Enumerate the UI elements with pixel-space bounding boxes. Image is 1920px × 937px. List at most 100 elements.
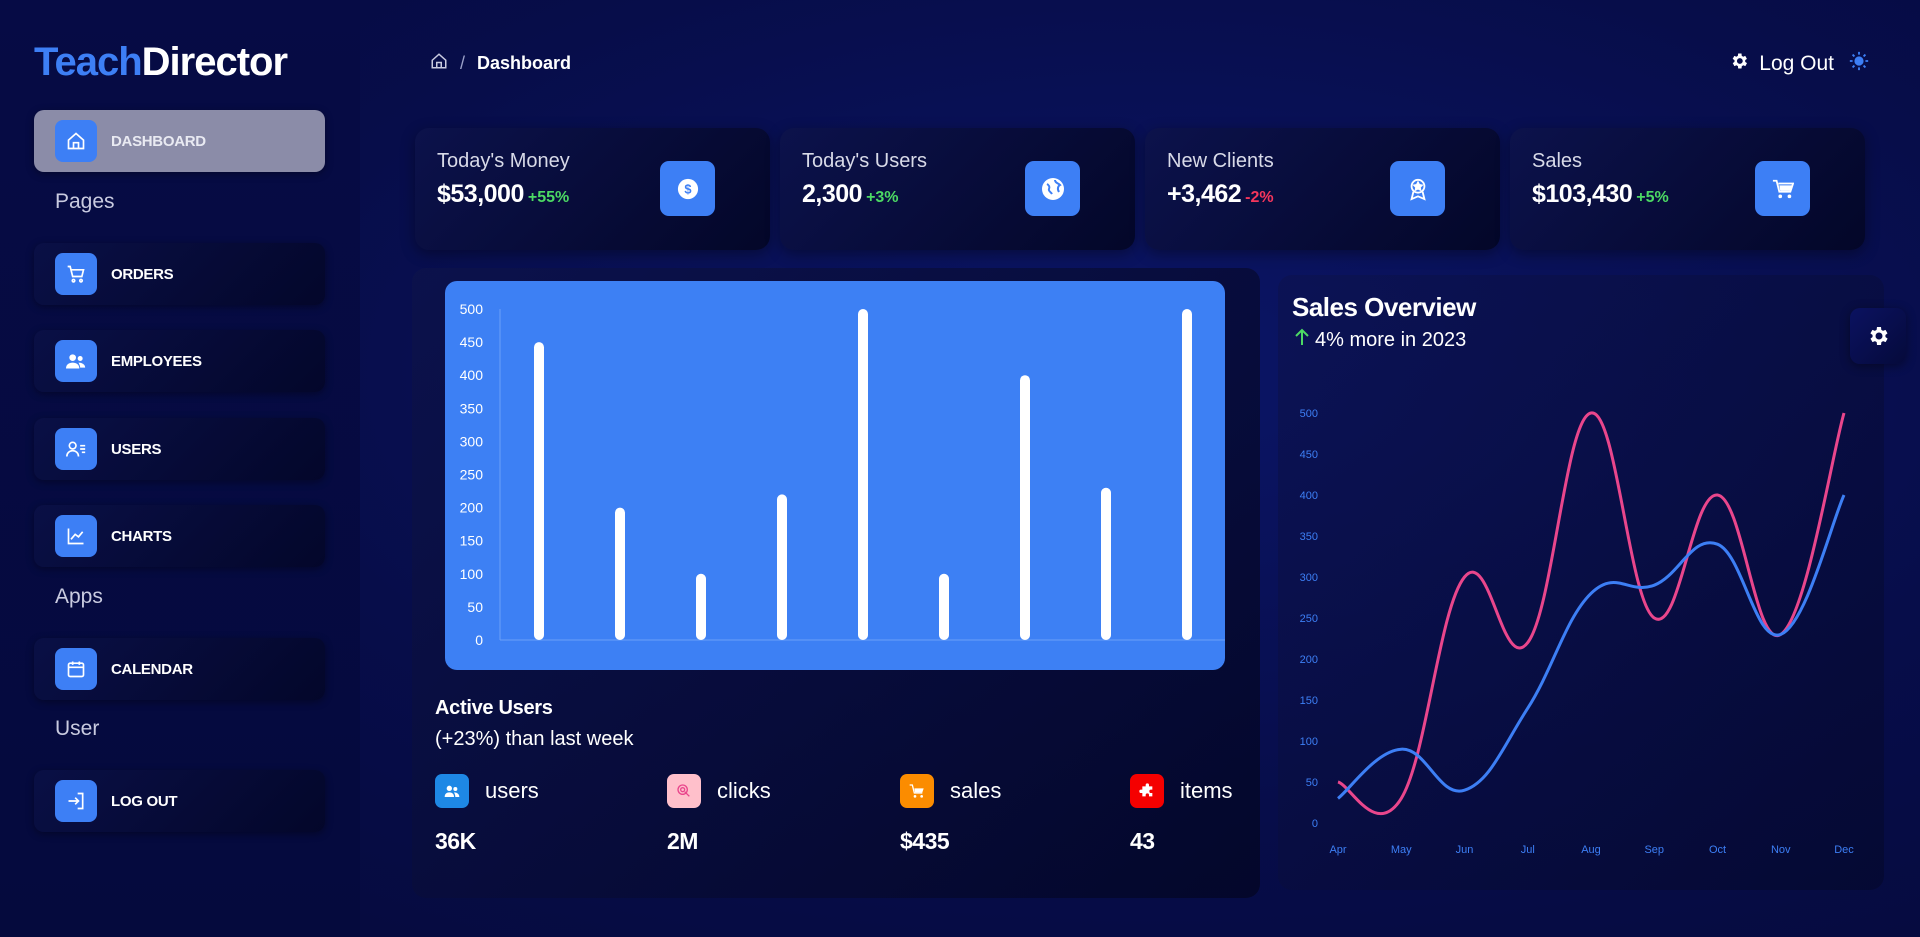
stat-title: Sales [1532,150,1583,172]
sidebar-item-users[interactable]: USERS [34,418,325,480]
sidebar: TeachDirector DASHBOARD Pages ORDERS EMP… [0,0,360,937]
metric-value: 43 [1130,828,1155,854]
click-icon [667,774,701,808]
cart-icon [900,774,934,808]
sidebar-item-label: LOG OUT [111,792,178,810]
top-actions: Log Out [1729,50,1870,78]
x-tick-label: Jul [1521,844,1535,856]
metric-users: users [435,774,539,808]
line-chart: 0 50 100 150 200 250 300 350 400 450 500 Apr May Jun J… [1300,408,1855,856]
x-tick-label: Oct [1709,844,1726,856]
cart-icon [1755,161,1810,216]
bar[interactable] [1101,487,1111,640]
section-title-pages: Pages [55,190,115,213]
y-tick-label: 350 [1300,531,1318,543]
section-title-user: User [55,717,100,740]
sidebar-item-calendar[interactable]: CALENDAR [34,638,325,700]
bar[interactable] [696,573,706,640]
bar[interactable] [858,309,868,640]
y-tick-label: 200 [460,500,484,516]
y-tick-label: 50 [467,599,483,615]
users-icon [435,774,469,808]
bar[interactable] [777,494,787,640]
y-tick-label: 0 [1312,818,1318,830]
metric-clicks: clicks [667,774,771,808]
sidebar-item-employees[interactable]: EMPLOYEES [34,330,325,392]
y-tick-label: 250 [1300,613,1318,625]
bar[interactable] [615,507,625,640]
dollar-icon: $ [660,161,715,216]
stat-title: New Clients [1167,150,1274,172]
stat-change: +5% [1636,189,1669,206]
sales-overview-card: 0 50 100 150 200 250 300 350 400 450 500 Apr May Jun J… [1278,275,1884,890]
home-icon [55,120,97,162]
x-tick-label: May [1391,844,1412,856]
y-tick-label: 200 [1300,654,1318,666]
settings-button[interactable] [1850,308,1906,364]
employees-icon [55,340,97,382]
sales-overview-title: Sales Overview [1292,292,1476,322]
stat-value: $53,000 +55% [437,180,570,208]
breadcrumb: / Dashboard [430,52,571,75]
award-icon [1390,161,1445,216]
y-tick-label: 150 [1300,695,1318,707]
metric-label: users [485,778,539,803]
stat-change: +3% [866,189,899,206]
section-title-apps: Apps [55,585,103,608]
sidebar-item-orders[interactable]: ORDERS [34,243,325,305]
active-users-title: Active Users [435,697,553,719]
x-tick-label: Jun [1456,844,1474,856]
bar[interactable] [1020,375,1030,640]
active-users-subtitle: (+23%) than last week [435,728,634,750]
y-tick-label: 450 [1300,449,1318,461]
arrow-up-icon [1295,328,1309,352]
stat-card-sales: Sales $103,430 +5% [1510,128,1865,250]
y-tick-label: 400 [1300,490,1318,502]
brand-part1: Teach [34,40,143,84]
y-tick-label: 0 [475,632,483,648]
y-tick-label: 350 [460,400,484,416]
sidebar-item-label: EMPLOYEES [111,352,202,370]
bar[interactable] [1182,309,1192,640]
breadcrumb-current: Dashboard [477,53,572,73]
metric-label: sales [950,778,1002,803]
y-tick-label: 100 [1300,736,1318,748]
bar[interactable] [534,342,544,640]
bar[interactable] [939,573,949,640]
calendar-icon [55,648,97,690]
brand-logo[interactable]: TeachDirector [34,40,288,85]
stat-value: +3,462 -2% [1167,180,1274,208]
brand-part2: Director [141,40,288,84]
sidebar-item-logout[interactable]: LOG OUT [34,770,325,832]
series-line-1[interactable] [1337,494,1846,800]
sidebar-item-label: ORDERS [111,265,174,283]
gear-icon [1870,327,1888,345]
sidebar-item-label: DASHBOARD [111,132,206,150]
stat-card-money: Today's Money $53,000 +55% $ [415,128,770,250]
cart-icon [55,253,97,295]
y-tick-label: 50 [1306,777,1318,789]
stat-title: Today's Money [437,150,570,172]
x-tick-label: Sep [1644,844,1664,856]
stat-change: -2% [1245,189,1274,206]
stat-value: $103,430 +5% [1532,180,1669,208]
stat-card-users: Today's Users 2,300 +3% [780,128,1135,250]
y-tick-label: 150 [460,533,484,549]
sidebar-item-label: USERS [111,440,162,458]
logout-link[interactable]: Log Out [1759,52,1834,76]
sun-icon[interactable] [1848,50,1870,78]
sidebar-item-dashboard[interactable]: DASHBOARD [34,110,325,172]
users-icon [55,428,97,470]
sidebar-item-charts[interactable]: CHARTS [34,505,325,567]
x-tick-label: Aug [1581,844,1601,856]
sidebar-item-label: CALENDAR [111,660,193,678]
metric-value: 2M [667,828,698,854]
puzzle-icon [1130,774,1164,808]
bar-chart-panel: 0 50 100 150 200 250 300 350 400 450 500 [445,281,1225,670]
bar-chart: 0 50 100 150 200 250 300 350 400 450 500 [460,301,1225,648]
home-icon[interactable] [430,52,448,75]
y-tick-label: 500 [460,301,484,317]
metric-label: items [1180,778,1233,803]
gear-icon[interactable] [1729,51,1749,77]
y-tick-label: 500 [1300,408,1318,420]
